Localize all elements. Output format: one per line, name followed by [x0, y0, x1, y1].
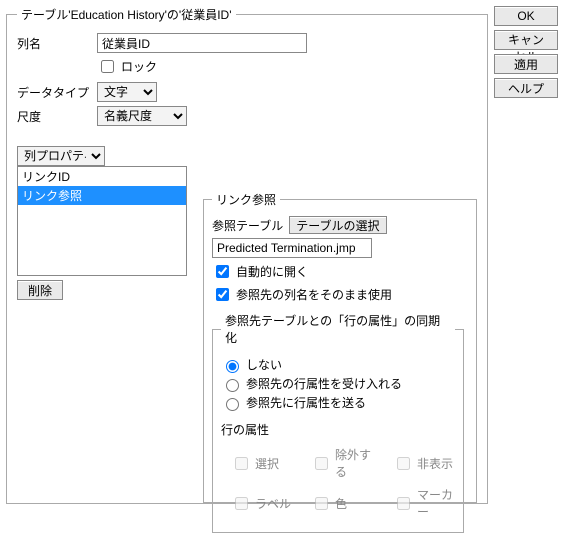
keep-colnames-label: 参照先の列名をそのまま使用: [236, 286, 392, 303]
scale-label: 尺度: [17, 108, 97, 125]
cancel-button[interactable]: キャンセル: [494, 30, 558, 50]
attr-label: マーカー: [417, 486, 455, 520]
auto-open-checkbox[interactable]: [216, 265, 229, 278]
dialog-buttons: OK キャンセル 適用 ヘルプ: [494, 6, 558, 504]
delete-button[interactable]: 削除: [17, 280, 63, 300]
group-legend: テーブル'Education History'の'従業員ID': [17, 6, 236, 23]
keep-colnames-checkbox[interactable]: [216, 288, 229, 301]
datatype-label: データタイプ: [17, 84, 97, 101]
attr-label: ラベル: [255, 495, 291, 512]
attr-hide-checkbox: [397, 457, 410, 470]
attr-color-checkbox: [315, 497, 328, 510]
rowattrs-label: 行の属性: [221, 421, 455, 438]
lock-checkbox[interactable]: [101, 60, 114, 73]
help-button[interactable]: ヘルプ: [494, 78, 558, 98]
reftable-label: 参照テーブル: [212, 217, 283, 234]
apply-button[interactable]: 適用: [494, 54, 558, 74]
attr-label: 非表示: [417, 455, 453, 472]
attr-select-checkbox: [235, 457, 248, 470]
attr-label-checkbox: [235, 497, 248, 510]
attr-label: 除外する: [335, 446, 373, 480]
sync-group: 参照先テーブルとの「行の属性」の同期化 しない 参照先の行属性を受け入れる 参照…: [212, 312, 464, 533]
sync-option-label: 参照先の行属性を受け入れる: [246, 375, 402, 392]
reftable-path-input[interactable]: [212, 238, 372, 258]
attr-marker-checkbox: [397, 497, 410, 510]
linkref-group: リンク参照 参照テーブル テーブルの選択 自動的に開く 参照先の列名をそのまま使…: [203, 191, 477, 503]
colprops-listbox[interactable]: リンクID リンク参照: [17, 166, 187, 276]
sync-radio-none[interactable]: [226, 360, 239, 373]
attr-exclude-checkbox: [315, 457, 328, 470]
select-table-button[interactable]: テーブルの選択: [289, 216, 386, 234]
datatype-select[interactable]: 文字: [97, 82, 157, 102]
attr-label: 選択: [255, 455, 279, 472]
colprops-select[interactable]: 列プロパティ: [17, 146, 105, 166]
sync-radio-send[interactable]: [226, 398, 239, 411]
sync-option-label: 参照先に行属性を送る: [246, 394, 366, 411]
colname-input[interactable]: [97, 33, 307, 53]
sync-legend: 参照先テーブルとの「行の属性」の同期化: [221, 312, 455, 346]
column-settings-group: テーブル'Education History'の'従業員ID' 列名 ロック デ…: [6, 6, 488, 504]
auto-open-label: 自動的に開く: [236, 263, 308, 280]
sync-radio-accept[interactable]: [226, 379, 239, 392]
linkref-legend: リンク参照: [212, 191, 280, 208]
colname-label: 列名: [17, 35, 97, 52]
sync-option-label: しない: [246, 356, 282, 373]
list-item[interactable]: リンク参照: [18, 186, 186, 205]
ok-button[interactable]: OK: [494, 6, 558, 26]
list-item[interactable]: リンクID: [18, 167, 186, 186]
lock-label: ロック: [121, 58, 157, 75]
attr-label: 色: [335, 495, 347, 512]
scale-select[interactable]: 名義尺度: [97, 106, 187, 126]
